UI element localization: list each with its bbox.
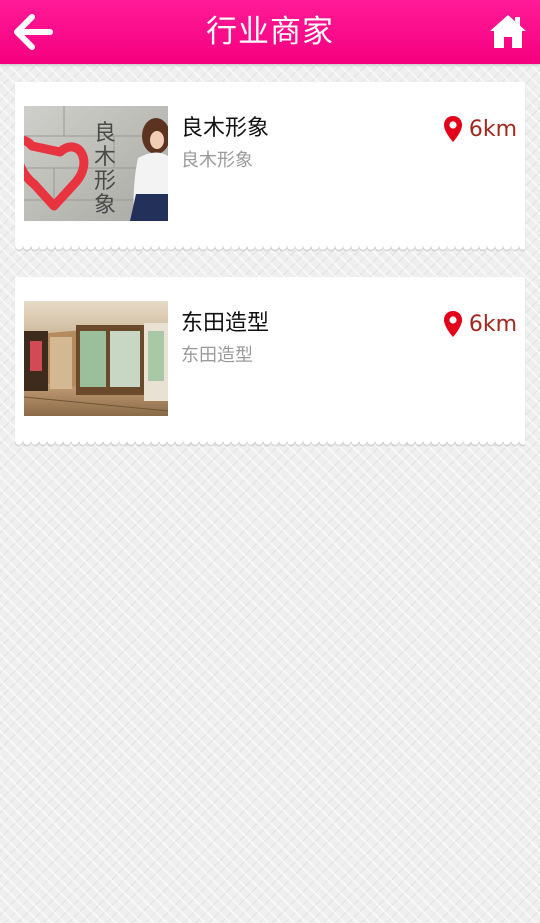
distance-info: 6km	[443, 309, 517, 339]
svg-text:象: 象	[94, 193, 116, 218]
merchant-name: 良木形象	[181, 116, 270, 141]
merchant-subtitle: 东田造型	[181, 345, 253, 366]
merchant-card[interactable]: 良 木 形 象 良木形象 良木形象 6km	[15, 82, 525, 254]
merchant-subtitle: 良木形象	[181, 150, 253, 171]
svg-text:形: 形	[94, 169, 116, 194]
merchant-card[interactable]: 东田造型 东田造型 6km	[15, 277, 525, 449]
merchant-thumbnail	[24, 301, 168, 416]
location-pin-icon	[443, 311, 462, 337]
svg-text:木: 木	[94, 145, 116, 170]
merchant-name: 东田造型	[181, 311, 270, 336]
location-pin-icon	[443, 116, 462, 142]
merchant-list: 良 木 形 象 良木形象 良木形象 6km 东田造型 东田造型 6km	[15, 82, 525, 472]
distance-info: 6km	[443, 114, 517, 144]
home-button[interactable]	[488, 12, 528, 52]
distance-value: 6km	[468, 311, 517, 337]
merchant-thumbnail: 良 木 形 象	[24, 106, 168, 221]
thumbnail-logo-text: 良	[94, 121, 116, 146]
home-icon	[490, 15, 526, 48]
distance-value: 6km	[468, 116, 517, 142]
top-bar: 行业商家	[0, 0, 540, 64]
page-title: 行业商家	[206, 14, 334, 50]
